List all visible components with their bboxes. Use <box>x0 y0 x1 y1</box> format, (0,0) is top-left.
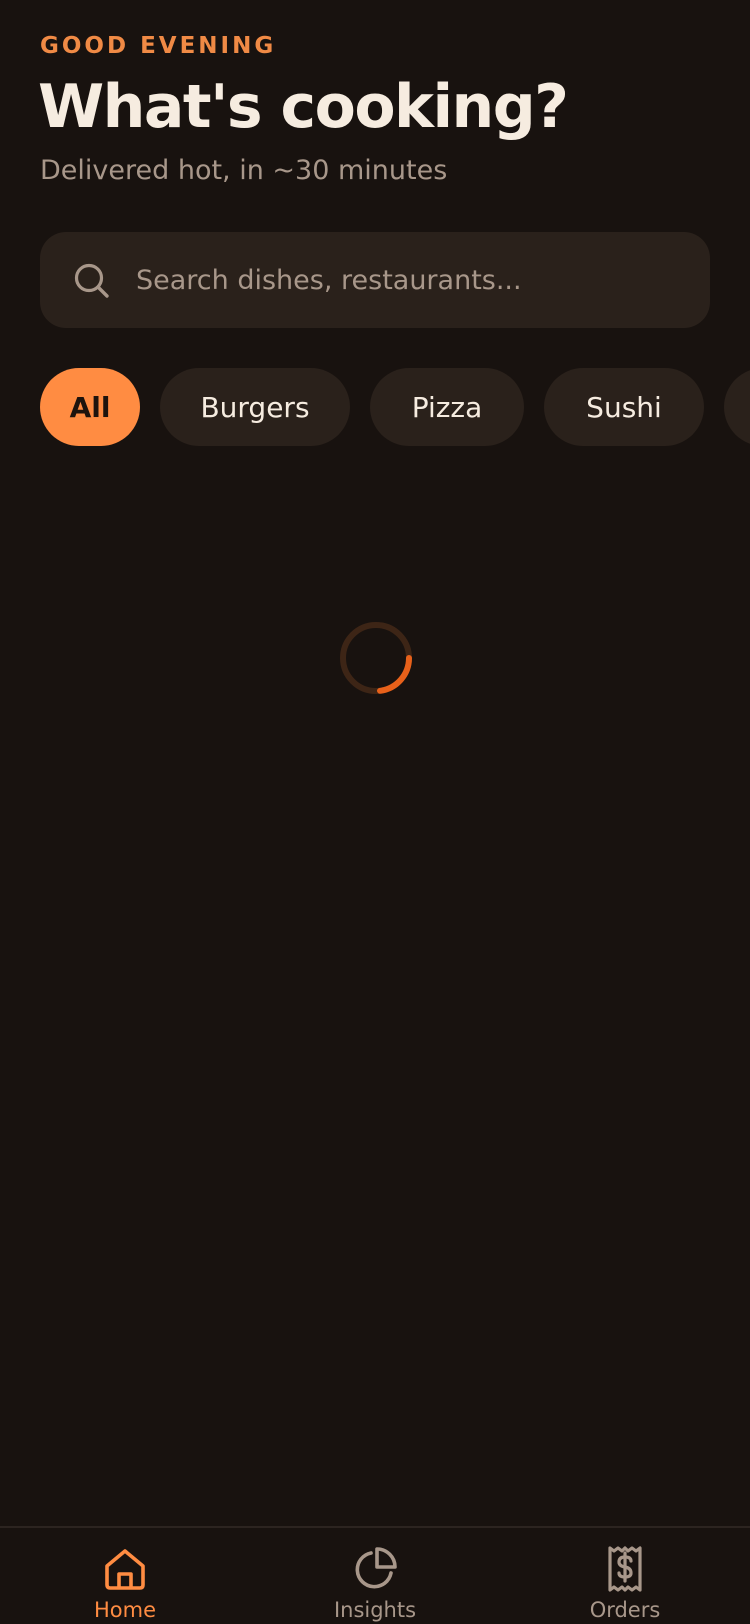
pie-chart-icon <box>350 1544 400 1594</box>
category-chip-more[interactable] <box>724 368 750 446</box>
search-bar[interactable] <box>40 232 710 328</box>
category-chip-burgers[interactable]: Burgers <box>160 368 350 446</box>
greeting-label: GOOD EVENING <box>40 33 277 59</box>
category-chip-pizza[interactable]: Pizza <box>370 368 524 446</box>
home-icon <box>100 1544 150 1594</box>
page-title: What's cooking? <box>38 72 569 142</box>
category-chip-sushi[interactable]: Sushi <box>544 368 704 446</box>
receipt-icon <box>600 1544 650 1594</box>
loading-spinner-icon <box>338 620 414 696</box>
search-input[interactable] <box>136 232 696 328</box>
home-screen: GOOD EVENING What's cooking? Delivered h… <box>0 0 750 1624</box>
bottom-tab-bar: Home Insights Orders <box>0 1526 750 1624</box>
tab-insights-label: Insights <box>333 1598 417 1622</box>
tab-orders-label: Orders <box>589 1598 661 1622</box>
tab-orders[interactable]: Orders <box>500 1528 750 1624</box>
search-icon <box>73 262 111 300</box>
category-chip-all[interactable]: All <box>40 368 140 446</box>
tab-home[interactable]: Home <box>0 1528 250 1624</box>
tab-insights[interactable]: Insights <box>250 1528 500 1624</box>
tab-home-label: Home <box>93 1598 156 1622</box>
category-chips: All Burgers Pizza Sushi <box>0 368 750 446</box>
page-subtitle: Delivered hot, in ~30 minutes <box>40 155 448 186</box>
